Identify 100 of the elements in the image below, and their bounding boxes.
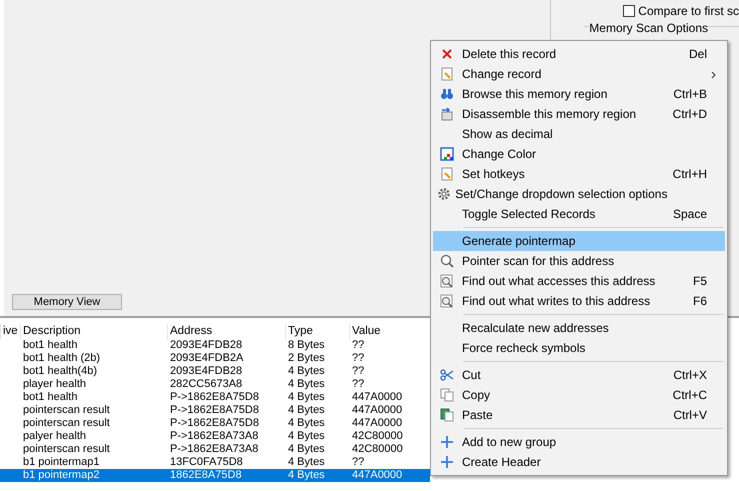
table-cell-text: 8 Bytes [287, 339, 326, 352]
column-header[interactable]: Description [20, 324, 167, 339]
table-cell-text: 4 Bytes [287, 417, 326, 430]
table-row[interactable]: pointerscan result P->1862E8A75D8 4 Bytes 447A0000 [0, 404, 430, 417]
table-cell-text: P->1862E8A73A8 [169, 443, 260, 456]
plus-icon [440, 455, 454, 469]
table-row[interactable]: pointerscan result P->1862E8A73A8 4 Bytes 42C80000 [0, 443, 430, 456]
column-header[interactable]: ive [0, 324, 20, 339]
magnifier-document-icon [440, 274, 454, 288]
table-cell-text: 4 Bytes [287, 404, 326, 417]
menu-item[interactable]: Find out what writes to this address F6 [433, 291, 725, 311]
table-cell-text: player health [22, 378, 87, 391]
table-row[interactable]: pointerscan result P->1862E8A75D8 4 Bytes 447A0000 [0, 417, 430, 430]
menu-item[interactable]: Change Color [433, 144, 725, 164]
menu-item[interactable]: Browse this memory region Ctrl+B [433, 84, 725, 104]
table-cell-text: 2093E4FDB2A [169, 352, 244, 365]
table-cell-text: 447A0000 [351, 404, 404, 417]
table-row[interactable]: b1 pointermap1 13FC0FA75D8 4 Bytes ?? [0, 456, 430, 469]
table-cell-text: bot1 health (2b) [22, 352, 102, 365]
table-cell-text: 282CC5673A8 [169, 378, 244, 391]
shortcut-label: Ctrl+C [672, 388, 707, 402]
table-cell-text: 2093E4FDB28 [169, 339, 244, 352]
table-cell-text: P->1862E8A75D8 [169, 391, 260, 404]
table-row[interactable]: player health 282CC5673A8 4 Bytes ?? [0, 378, 430, 391]
menu-item[interactable]: Copy Ctrl+C [433, 385, 725, 405]
paste-icon [440, 408, 454, 422]
shortcut-label: Ctrl+X [673, 368, 707, 382]
table-cell-text: ?? [351, 456, 366, 469]
table-cell-text: palyer health [22, 430, 87, 443]
copy-icon [440, 388, 454, 402]
shortcut-label: F6 [692, 294, 707, 308]
table-row[interactable]: bot1 health P->1862E8A75D8 4 Bytes 447A0000 [0, 391, 430, 404]
shortcut-label: F5 [692, 274, 707, 288]
table-cell-text: ?? [351, 339, 366, 352]
table-cell-text: bot1 health [22, 391, 78, 404]
table-cell-text: bot1 health [22, 339, 78, 352]
shortcut-label: Ctrl+D [672, 107, 707, 121]
menu-item[interactable]: Paste Ctrl+V [433, 405, 725, 425]
menu-item[interactable]: Cut Ctrl+X [433, 365, 725, 385]
table-cell-text: b1 pointermap1 [22, 456, 100, 469]
table-row[interactable]: bot1 health 2093E4FDB28 8 Bytes ?? [0, 339, 430, 352]
plus-icon [440, 435, 454, 449]
table-cell-text: pointerscan result [22, 443, 111, 456]
table-cell-text: b1 pointermap2 [22, 469, 100, 482]
menu-item[interactable]: Disassemble this memory region Ctrl+D [433, 104, 725, 124]
menu-item[interactable]: Show as decimal [433, 124, 725, 144]
shortcut-label: Ctrl+B [673, 87, 707, 101]
table-cell-text: ?? [351, 378, 366, 391]
table-cell-text: 4 Bytes [287, 365, 326, 378]
column-header[interactable]: Address [167, 324, 285, 339]
table-cell-text: pointerscan result [22, 404, 111, 417]
menu-item[interactable]: Delete this record Del [433, 44, 725, 64]
column-header[interactable]: Type [285, 324, 349, 339]
compare-label: Compare to first sc [638, 3, 739, 20]
document-arrow-icon [440, 107, 454, 121]
table-cell-text: 447A0000 [351, 391, 404, 404]
table-cell-text: 42C80000 [351, 430, 404, 443]
table-cell-text: 4 Bytes [287, 443, 326, 456]
table-cell-text: pointerscan result [22, 417, 111, 430]
menu-item[interactable]: Pointer scan for this address [433, 251, 725, 271]
magnifier-document-icon [440, 294, 454, 308]
table-row[interactable]: bot1 health (2b) 2093E4FDB2A 2 Bytes ?? [0, 352, 430, 365]
delete-icon [440, 47, 454, 61]
menu-item[interactable]: Set/Change dropdown selection options [433, 184, 725, 204]
table-cell-text: 4 Bytes [287, 430, 326, 443]
table-cell-text: 2 Bytes [287, 352, 326, 365]
table-cell-text: P->1862E8A75D8 [169, 417, 260, 430]
table-cell-text: 1862E8A75D8 [169, 469, 243, 482]
table-cell-text: bot1 health(4b) [22, 365, 98, 378]
table-cell-text: 447A0000 [351, 417, 404, 430]
menu-item[interactable]: Create Header [433, 452, 725, 472]
shortcut-label: Ctrl+H [672, 167, 707, 181]
selected-row[interactable]: b1 pointermap2 1862E8A75D8 4 Bytes 447A0000 [0, 469, 430, 482]
search-icon [440, 254, 454, 268]
menu-item[interactable]: Add to new group [433, 432, 725, 452]
binoculars-icon [440, 87, 454, 101]
table-cell-text: 447A0000 [351, 469, 404, 482]
color-palette-icon [440, 147, 454, 161]
table-cell-text: 4 Bytes [287, 469, 326, 482]
table-cell-text: ?? [351, 352, 366, 365]
table-cell-text: 2093E4FDB28 [169, 365, 244, 378]
table-row[interactable]: bot1 health(4b) 2093E4FDB28 4 Bytes ?? [0, 365, 430, 378]
menu-item[interactable]: Find out what accesses this address F5 [433, 271, 725, 291]
menu-item[interactable]: Toggle Selected Records Space [433, 204, 725, 224]
menu-item[interactable]: Set hotkeys Ctrl+H [433, 164, 725, 184]
document-pencil-icon [440, 67, 454, 81]
memory-view-button[interactable]: Memory View [12, 294, 122, 310]
menu-item[interactable]: Generate pointermap [433, 231, 725, 251]
document-pencil-icon [440, 167, 454, 181]
shortcut-label: Space [672, 207, 707, 221]
table-cell-text: 4 Bytes [287, 391, 326, 404]
table-cell-text: P->1862E8A75D8 [169, 404, 260, 417]
table-cell-text: 13FC0FA75D8 [169, 456, 244, 469]
table-cell-text: P->1862E8A73A8 [169, 430, 260, 443]
compare-checkbox[interactable] [623, 5, 636, 17]
menu-item[interactable]: Change record [433, 64, 725, 84]
table-row[interactable]: palyer health P->1862E8A73A8 4 Bytes 42C80000 [0, 430, 430, 443]
settings-icon [436, 187, 451, 201]
table-cell-text: 4 Bytes [287, 456, 326, 469]
menu-item[interactable]: Force recheck symbols [433, 338, 725, 358]
